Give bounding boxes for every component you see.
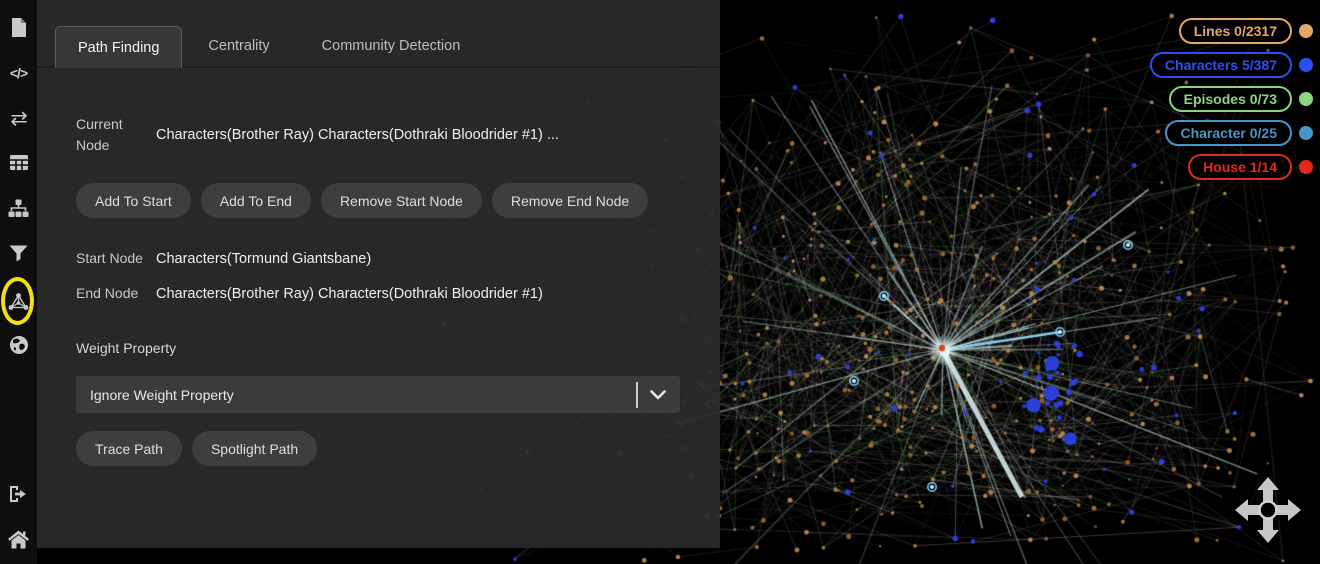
point-type-legend: Lines 0/2317 Characters 5/387 Episodes 0… [1149, 18, 1313, 180]
network-analysis-icon[interactable] [0, 284, 37, 318]
legend-episodes[interactable]: Episodes 0/73 [1168, 86, 1313, 112]
tab-centrality[interactable]: Centrality [182, 26, 295, 66]
pan-down-icon[interactable] [1257, 518, 1279, 543]
trace-path-button[interactable]: Trace Path [76, 431, 182, 466]
toolbar-sidebar: </> ⇄ [0, 0, 37, 564]
pan-control[interactable] [1230, 472, 1306, 548]
end-node-value: Characters(Brother Ray) Characters(Dothr… [156, 285, 543, 302]
legend-episodes-dot[interactable] [1299, 92, 1313, 106]
legend-characters[interactable]: Characters 5/387 [1149, 52, 1313, 78]
weight-property-select[interactable]: Ignore Weight Property [76, 376, 680, 413]
pan-up-icon[interactable] [1257, 477, 1279, 502]
legend-characters-dot[interactable] [1299, 58, 1313, 72]
chevron-down-icon [650, 389, 680, 400]
hierarchy-icon[interactable] [0, 191, 37, 225]
home-icon[interactable] [0, 522, 37, 556]
code-icon[interactable]: </> [0, 56, 37, 90]
legend-lines-dot[interactable] [1299, 24, 1313, 38]
select-divider [636, 381, 638, 408]
end-node-label: End Node [76, 285, 139, 301]
legend-house-dot[interactable] [1299, 160, 1313, 174]
sign-out-icon[interactable] [0, 477, 37, 511]
legend-character-pill[interactable]: Character 0/25 [1165, 120, 1292, 146]
pan-right-icon[interactable] [1276, 499, 1301, 521]
pan-left-icon[interactable] [1235, 499, 1260, 521]
legend-episodes-pill[interactable]: Episodes 0/73 [1168, 86, 1292, 112]
legend-character[interactable]: Character 0/25 [1165, 120, 1313, 146]
legend-house-pill[interactable]: House 1/14 [1188, 154, 1292, 180]
legend-characters-pill[interactable]: Characters 5/387 [1149, 52, 1292, 78]
current-node-value: Characters(Brother Ray) Characters(Dothr… [156, 127, 559, 143]
globe-icon[interactable] [0, 328, 37, 362]
remove-end-node-button[interactable]: Remove End Node [491, 183, 649, 218]
end-node-row: End Node Characters(Brother Ray) Charact… [76, 283, 680, 304]
weight-property-label: Weight Property [76, 340, 177, 356]
pan-center-icon[interactable] [1258, 500, 1278, 520]
add-to-start-button[interactable]: Add To Start [76, 183, 191, 218]
legend-lines[interactable]: Lines 0/2317 [1178, 18, 1313, 44]
legend-house[interactable]: House 1/14 [1188, 154, 1313, 180]
swap-arrows-icon[interactable]: ⇄ [0, 101, 37, 135]
start-node-value: Characters(Tormund Giantsbane) [156, 250, 372, 267]
start-node-label: Start Node [76, 250, 143, 266]
tab-community-detection[interactable]: Community Detection [296, 26, 487, 66]
filter-icon[interactable] [0, 236, 37, 270]
panel-tabs: Path Finding Centrality Community Detect… [37, 0, 720, 68]
document-icon[interactable] [0, 10, 37, 44]
legend-character-dot[interactable] [1299, 126, 1313, 140]
path-action-buttons: Trace Path Spotlight Path [76, 431, 680, 466]
add-to-end-button[interactable]: Add To End [200, 183, 311, 218]
legend-lines-pill[interactable]: Lines 0/2317 [1178, 18, 1292, 44]
current-node-label: Current Node [76, 116, 123, 153]
start-node-row: Start Node Characters(Tormund Giantsbane… [76, 248, 680, 269]
spotlight-path-button[interactable]: Spotlight Path [191, 431, 318, 466]
node-edit-buttons: Add To Start Add To End Remove Start Nod… [76, 183, 680, 218]
tab-path-finding[interactable]: Path Finding [55, 26, 183, 68]
app-window: </> ⇄ Path Finding Centrality Community … [0, 0, 1320, 564]
current-node-row: Current Node Characters(Brother Ray) Cha… [76, 114, 680, 156]
table-icon[interactable] [0, 145, 37, 179]
path-finding-panel: Path Finding Centrality Community Detect… [37, 0, 720, 548]
remove-start-node-button[interactable]: Remove Start Node [320, 183, 482, 218]
weight-property-selected-value: Ignore Weight Property [90, 386, 234, 403]
